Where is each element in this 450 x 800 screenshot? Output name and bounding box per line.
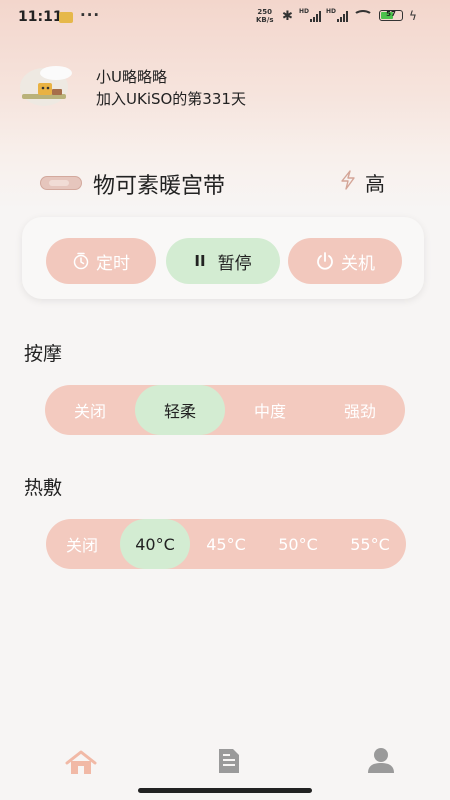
timer-icon <box>73 252 89 270</box>
network-speed-value: 250 <box>257 8 273 16</box>
pause-button[interactable]: II 暂停 <box>166 238 280 284</box>
document-icon <box>219 749 239 773</box>
network-speed-unit: KB/s <box>256 16 274 24</box>
more-notifications-icon: ··· <box>80 6 101 24</box>
timer-button[interactable]: 定时 <box>46 238 156 284</box>
signal-icon <box>337 10 348 22</box>
home-indicator[interactable] <box>138 788 312 793</box>
signal-icon <box>310 10 321 22</box>
nav-profile[interactable] <box>366 746 396 774</box>
notification-icon <box>59 12 73 23</box>
device-belt-icon <box>40 176 82 190</box>
timer-label: 定时 <box>96 253 130 274</box>
nav-records[interactable] <box>216 747 242 775</box>
hd-label-1: HD <box>299 8 310 15</box>
pause-label: 暂停 <box>217 253 252 274</box>
bluetooth-icon: ✱ <box>282 9 293 24</box>
wifi-icon <box>353 10 373 23</box>
heat-option-40[interactable]: 40°C <box>120 519 190 569</box>
hd-label-2: HD <box>326 8 337 15</box>
avatar[interactable] <box>18 63 74 107</box>
intensity-level: 高 <box>365 172 385 196</box>
device-name: 物可素暖宫带 <box>93 174 226 199</box>
network-speed: 250 KB/s <box>256 8 273 24</box>
battery-icon: 57 <box>379 10 403 21</box>
massage-option-gentle[interactable]: 轻柔 <box>135 385 225 435</box>
lightning-icon <box>340 170 356 195</box>
heat-option-50[interactable]: 50°C <box>262 519 334 569</box>
username: 小U略略略 <box>96 68 167 86</box>
power-off-button[interactable]: 关机 <box>288 238 402 284</box>
membership-days: 加入UKiSO的第331天 <box>96 90 246 108</box>
status-bar: 11:11 ··· 250 KB/s ✱ HD HD 57 ϟ <box>0 0 450 36</box>
massage-option-medium[interactable]: 中度 <box>225 385 315 435</box>
power-off-label: 关机 <box>341 253 375 274</box>
massage-mode-selector: 关闭 轻柔 中度 强劲 <box>45 385 405 435</box>
nav-home[interactable] <box>64 750 98 776</box>
heat-option-55[interactable]: 55°C <box>334 519 406 569</box>
massage-option-strong[interactable]: 强劲 <box>315 385 405 435</box>
massage-section-title: 按摩 <box>24 343 63 365</box>
battery-level: 57 <box>386 10 396 18</box>
heat-option-45[interactable]: 45°C <box>190 519 262 569</box>
heat-section-title: 热敷 <box>24 477 63 499</box>
charging-icon: ϟ <box>409 9 417 23</box>
heat-temperature-selector: 关闭 40°C 45°C 50°C 55°C <box>46 519 406 569</box>
status-time: 11:11 <box>18 9 63 25</box>
power-icon <box>317 252 333 270</box>
heat-option-off[interactable]: 关闭 <box>46 519 118 569</box>
home-icon <box>65 750 97 774</box>
profile-icon <box>368 748 394 773</box>
pause-icon: II <box>194 252 206 270</box>
massage-option-off[interactable]: 关闭 <box>45 385 135 435</box>
